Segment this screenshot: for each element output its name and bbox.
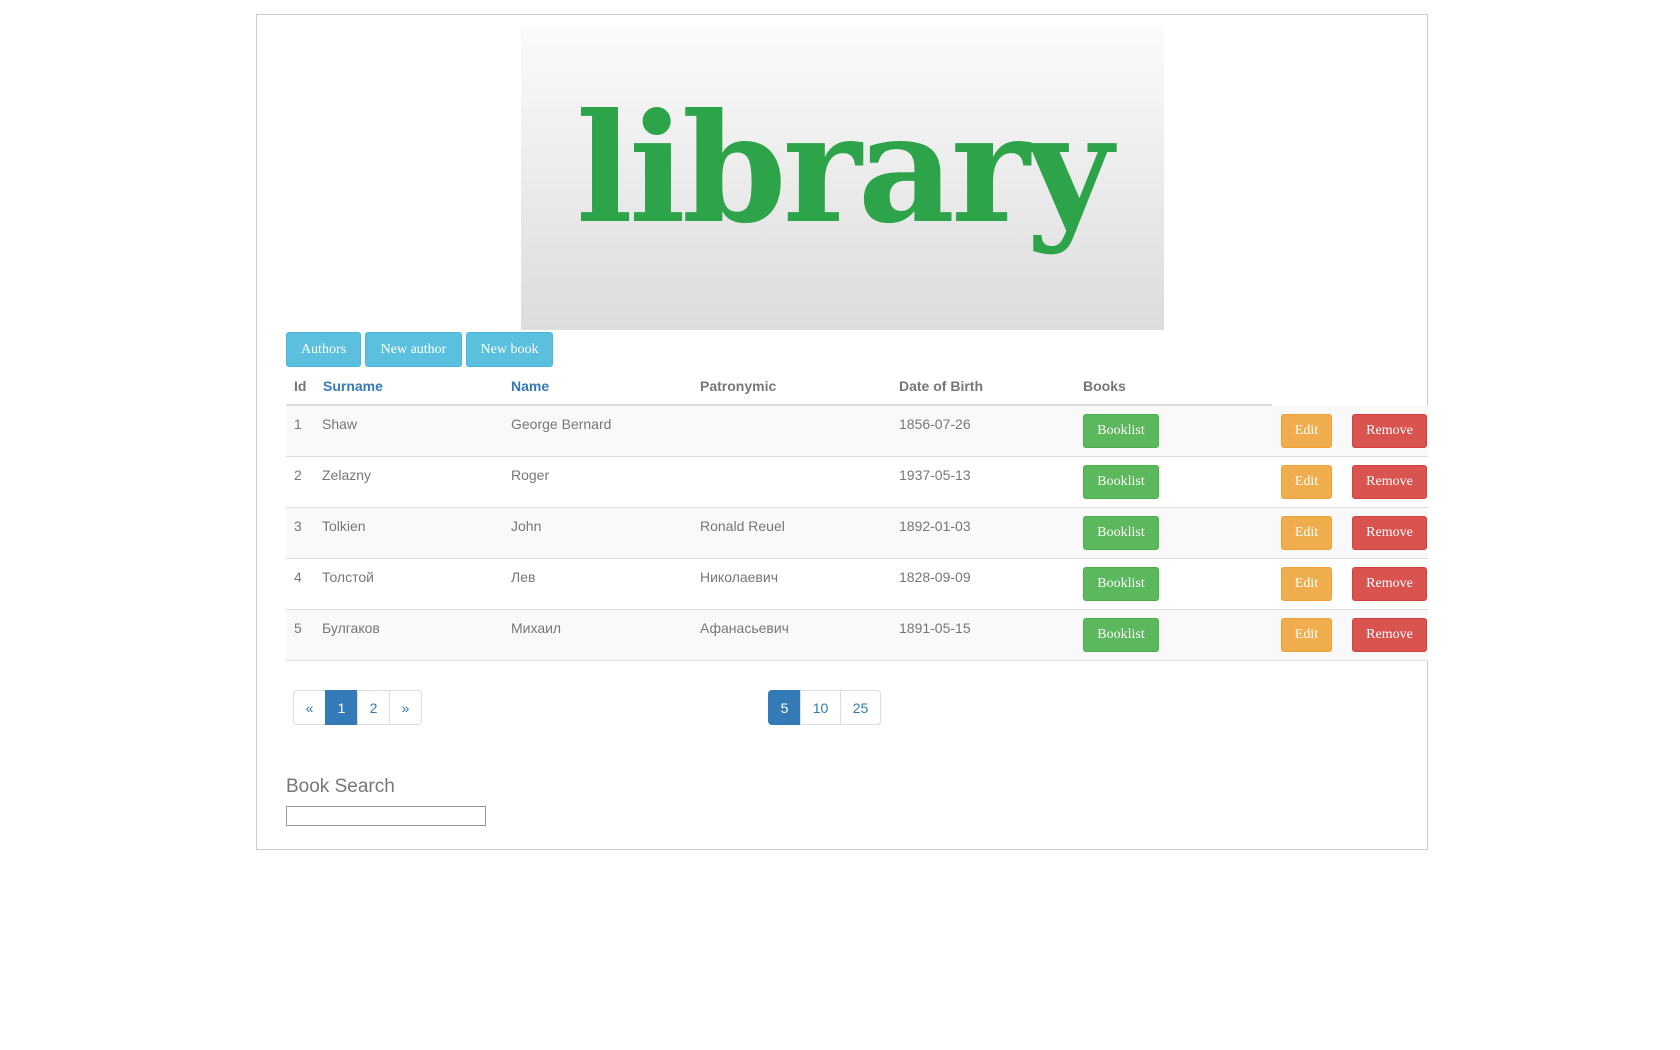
cell-date-of-birth: 1891-05-15 bbox=[899, 620, 971, 636]
cell-date-of-birth: 1892-01-03 bbox=[899, 518, 971, 534]
header-id: Id bbox=[294, 378, 307, 394]
header-date-of-birth: Date of Birth bbox=[899, 378, 983, 394]
edit-button[interactable]: Edit bbox=[1281, 516, 1332, 550]
booklist-button[interactable]: Booklist bbox=[1083, 465, 1159, 499]
header-books: Books bbox=[1083, 378, 1126, 394]
page-size-10[interactable]: 10 bbox=[800, 690, 841, 725]
pagination-next[interactable]: » bbox=[389, 690, 422, 725]
remove-button[interactable]: Remove bbox=[1352, 465, 1427, 499]
header-patronymic: Patronymic bbox=[700, 378, 777, 394]
page-size-5[interactable]: 5 bbox=[768, 690, 801, 725]
cell-surname: Shaw bbox=[322, 416, 358, 432]
library-logo: library bbox=[575, 80, 1113, 257]
remove-button[interactable]: Remove bbox=[1352, 516, 1427, 550]
pagination-prev[interactable]: « bbox=[293, 690, 326, 725]
cell-patronymic: Афанасьевич bbox=[700, 620, 789, 636]
remove-button[interactable]: Remove bbox=[1352, 567, 1427, 601]
authors-button[interactable]: Authors bbox=[286, 332, 361, 367]
cell-surname: Tolkien bbox=[322, 518, 366, 534]
cell-id: 1 bbox=[294, 416, 302, 432]
cell-id: 4 bbox=[294, 569, 302, 585]
table-row bbox=[286, 406, 1428, 457]
edit-button[interactable]: Edit bbox=[1281, 618, 1332, 652]
pagination-page-2[interactable]: 2 bbox=[357, 690, 390, 725]
header-name[interactable]: Name bbox=[511, 378, 549, 394]
edit-button[interactable]: Edit bbox=[1281, 414, 1332, 448]
new-book-button[interactable]: New book bbox=[466, 332, 553, 367]
booklist-button[interactable]: Booklist bbox=[1083, 516, 1159, 550]
cell-id: 2 bbox=[294, 467, 302, 483]
cell-patronymic: Николаевич bbox=[700, 569, 778, 585]
cell-date-of-birth: 1937-05-13 bbox=[899, 467, 971, 483]
cell-name: Михаил bbox=[511, 620, 562, 636]
edit-button[interactable]: Edit bbox=[1281, 465, 1332, 499]
table-row bbox=[286, 457, 1428, 508]
cell-date-of-birth: 1856-07-26 bbox=[899, 416, 971, 432]
table-row bbox=[286, 559, 1428, 610]
cell-name: George Bernard bbox=[511, 416, 612, 432]
pagination: « 1 2 » bbox=[293, 690, 422, 725]
remove-button[interactable]: Remove bbox=[1352, 414, 1427, 448]
cell-id: 3 bbox=[294, 518, 302, 534]
booklist-button[interactable]: Booklist bbox=[1083, 414, 1159, 448]
booklist-button[interactable]: Booklist bbox=[1083, 567, 1159, 601]
library-banner: library bbox=[521, 27, 1164, 330]
cell-name: Лев bbox=[511, 569, 536, 585]
page-size-selector: 5 10 25 bbox=[768, 690, 881, 725]
table-row bbox=[286, 610, 1428, 661]
book-search-input[interactable] bbox=[286, 806, 486, 826]
new-author-button[interactable]: New author bbox=[365, 332, 462, 367]
cell-surname: Zelazny bbox=[322, 467, 372, 483]
table-row bbox=[286, 508, 1428, 559]
book-search-title: Book Search bbox=[286, 776, 395, 797]
header-surname[interactable]: Surname bbox=[323, 378, 383, 394]
remove-button[interactable]: Remove bbox=[1352, 618, 1427, 652]
cell-surname: Толстой bbox=[322, 569, 374, 585]
cell-id: 5 bbox=[294, 620, 302, 636]
cell-patronymic: Ronald Reuel bbox=[700, 518, 785, 534]
pagination-page-1[interactable]: 1 bbox=[325, 690, 358, 725]
cell-surname: Булгаков bbox=[322, 620, 380, 636]
cell-date-of-birth: 1828-09-09 bbox=[899, 569, 971, 585]
booklist-button[interactable]: Booklist bbox=[1083, 618, 1159, 652]
edit-button[interactable]: Edit bbox=[1281, 567, 1332, 601]
page-size-25[interactable]: 25 bbox=[840, 690, 881, 725]
cell-name: John bbox=[511, 518, 542, 534]
cell-name: Roger bbox=[511, 467, 550, 483]
